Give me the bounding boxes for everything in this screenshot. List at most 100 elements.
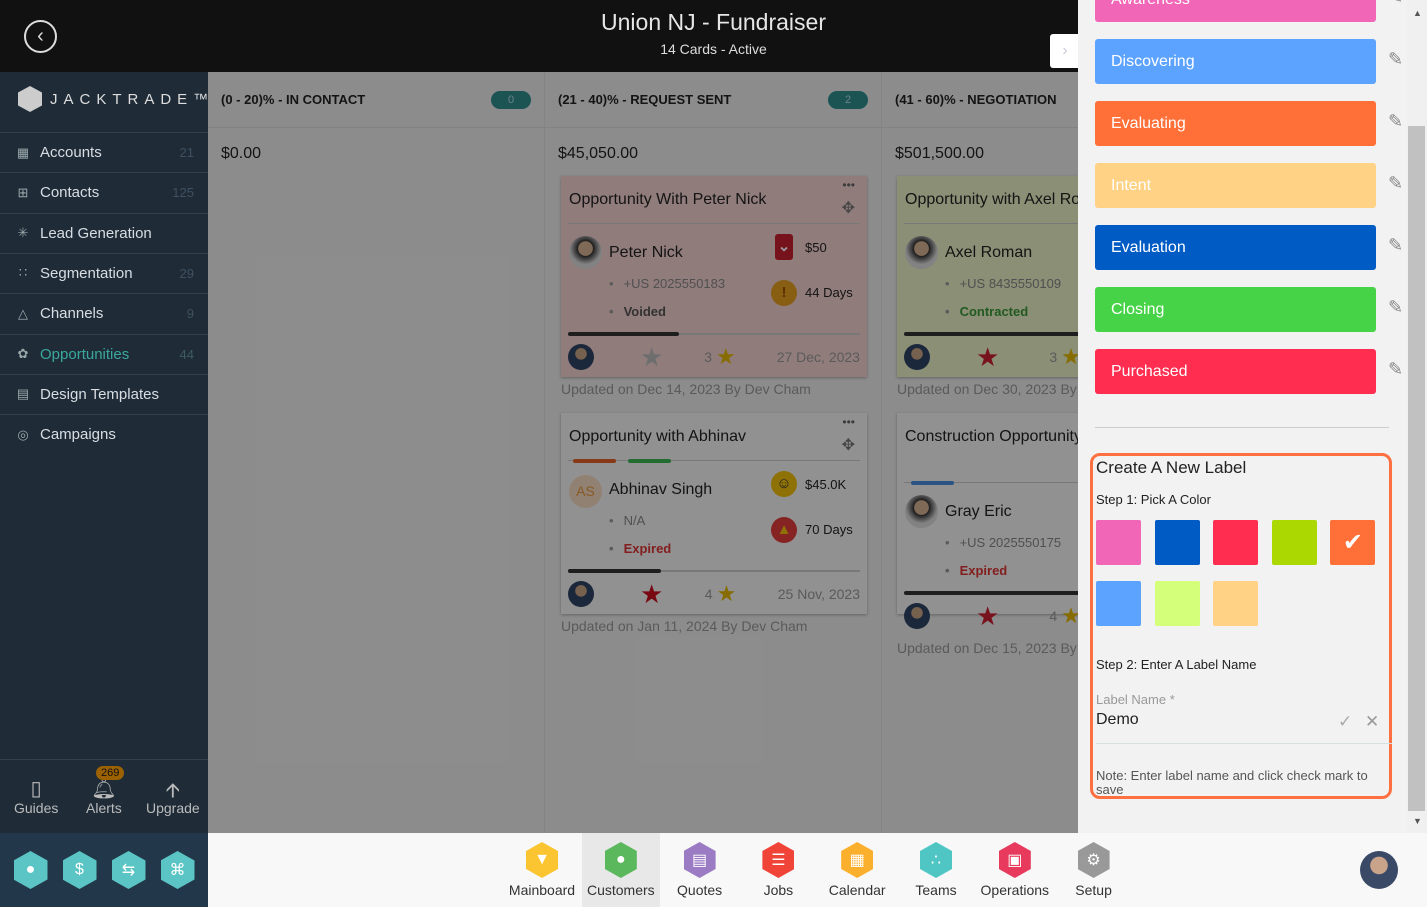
- upgrade-button[interactable]: 🡩 Upgrade: [146, 776, 200, 816]
- label-discovering[interactable]: Discovering: [1095, 39, 1376, 84]
- nav-label: Mainboard: [508, 882, 576, 898]
- sidebar-item-count: 125: [172, 185, 194, 201]
- step2-label: Step 2: Enter A Label Name: [1096, 657, 1257, 672]
- transfer-icon[interactable]: ⇆: [111, 851, 146, 889]
- sidebar-item-design-templates[interactable]: ▤ Design Templates: [0, 373, 208, 414]
- input-underline: [1096, 743, 1392, 744]
- label-name-caption: Label Name *: [1096, 692, 1175, 707]
- close-icon[interactable]: ✕: [1365, 712, 1379, 732]
- sidebar-item-accounts[interactable]: ▦ Accounts 21: [0, 132, 208, 172]
- opportunities-icon: ✿: [17, 346, 29, 361]
- sidebar-item-count: 44: [179, 346, 194, 362]
- check-icon[interactable]: ✓: [1338, 712, 1352, 732]
- sidebar-item-label: Contacts: [40, 184, 100, 202]
- campaigns-icon: ◎: [17, 426, 29, 442]
- jobs-icon: ☰: [762, 842, 795, 878]
- channels-icon: △: [18, 305, 28, 321]
- workflow-icon[interactable]: ⌘: [160, 851, 195, 889]
- nav-label: Teams: [915, 882, 957, 898]
- edit-pencil-icon[interactable]: ✎: [1388, 235, 1403, 256]
- bottom-nav: ▼ Mainboard ● Customers ▤ Quotes ☰ Jobs ▦ Calenda…: [208, 833, 1427, 907]
- nav-operations[interactable]: ▣ Operations: [976, 833, 1054, 907]
- color-swatch[interactable]: [1154, 581, 1200, 626]
- calendar-icon: ▦: [841, 842, 874, 878]
- operations-icon: ▣: [998, 842, 1031, 878]
- quotes-icon: ▤: [683, 842, 716, 878]
- teams-icon: ∴: [920, 842, 952, 878]
- label-awareness[interactable]: Awareness: [1095, 0, 1376, 22]
- setup-icon: ⚙: [1077, 842, 1110, 878]
- sidebar-item-label: Segmentation: [40, 264, 133, 282]
- sidebar-item-label: Campaigns: [40, 426, 116, 444]
- sidebar-item-label: Channels: [40, 305, 104, 323]
- customers-icon: ●: [604, 842, 637, 878]
- modal-overlay[interactable]: [208, 72, 1078, 833]
- sidebar-item-contacts[interactable]: ⊞ Contacts 125: [0, 172, 208, 212]
- nav-label: Setup: [1075, 882, 1112, 898]
- user-icon[interactable]: ●: [13, 851, 48, 889]
- book-icon: ▯: [30, 778, 42, 800]
- edit-pencil-icon[interactable]: ✎: [1388, 173, 1403, 194]
- nav-quotes[interactable]: ▤ Quotes: [661, 833, 739, 907]
- dollar-icon[interactable]: $: [62, 851, 97, 889]
- edit-pencil-icon[interactable]: ✎: [1388, 0, 1403, 8]
- color-swatch[interactable]: ✔: [1330, 520, 1376, 565]
- alerts-label: Alerts: [86, 800, 122, 816]
- edit-pencil-icon[interactable]: ✎: [1388, 111, 1403, 132]
- sidebar-item-label: Opportunities: [40, 345, 130, 363]
- color-swatch[interactable]: [1271, 520, 1317, 565]
- brand-logo[interactable]: JACKTRADE™: [18, 86, 214, 112]
- nav-mainboard[interactable]: ▼ Mainboard: [503, 833, 581, 907]
- form-title: Create A New Label: [1096, 458, 1247, 477]
- quick-actions: ● $ ⇆ ⌘: [0, 833, 208, 907]
- arrow-up-icon: 🡩: [165, 780, 181, 802]
- sidebar-item-label: Accounts: [40, 144, 102, 161]
- scrollbar-thumb[interactable]: [1408, 126, 1425, 811]
- sidebar-item-count: 29: [179, 265, 194, 281]
- upgrade-label: Upgrade: [146, 800, 200, 816]
- logo-icon: [18, 86, 42, 112]
- sidebar-item-count: 9: [186, 306, 194, 322]
- user-avatar[interactable]: [1360, 851, 1398, 889]
- sidebar-item-channels[interactable]: △ Channels 9: [0, 293, 208, 333]
- sidebar-item-campaigns[interactable]: ◎ Campaigns: [0, 414, 208, 454]
- sidebar-item-segmentation[interactable]: ∷ Segmentation 29: [0, 252, 208, 293]
- nav-jobs[interactable]: ☰ Jobs: [739, 833, 817, 907]
- color-swatch[interactable]: [1154, 520, 1200, 565]
- collapse-panel-button[interactable]: ›: [1050, 34, 1080, 68]
- edit-pencil-icon[interactable]: ✎: [1388, 297, 1403, 318]
- color-swatch[interactable]: [1213, 581, 1259, 626]
- sidebar-item-lead-generation[interactable]: ✳ Lead Generation: [0, 212, 208, 253]
- label-evaluation[interactable]: Evaluation: [1095, 225, 1376, 270]
- color-swatch[interactable]: [1213, 520, 1259, 565]
- building-icon: ▦: [16, 144, 30, 160]
- form-note: Note: Enter label name and click check m…: [1096, 768, 1368, 797]
- sidebar-item-label: Design Templates: [40, 385, 159, 403]
- edit-pencil-icon[interactable]: ✎: [1388, 359, 1403, 380]
- label-evaluating[interactable]: Evaluating: [1095, 101, 1376, 146]
- scroll-up-icon[interactable]: ▲: [1413, 8, 1422, 18]
- label-name-input[interactable]: [1096, 711, 1326, 729]
- nav-calendar[interactable]: ▦ Calendar: [818, 833, 896, 907]
- guides-button[interactable]: ▯ Guides: [14, 776, 58, 816]
- nav-teams[interactable]: ∴ Teams: [897, 833, 975, 907]
- edit-pencil-icon[interactable]: ✎: [1388, 49, 1403, 70]
- alerts-button[interactable]: 🔔︎ Alerts: [86, 776, 122, 816]
- color-swatch[interactable]: [1096, 581, 1141, 626]
- scroll-down-icon[interactable]: ▼: [1413, 816, 1422, 826]
- contacts-icon: ⊞: [17, 184, 29, 200]
- color-swatch[interactable]: [1096, 520, 1141, 565]
- labels-panel: Awareness ✎ Discovering ✎ Evaluating ✎ Intent ✎…: [1078, 0, 1427, 833]
- sidebar-item-opportunities[interactable]: ✿ Opportunities 44: [0, 333, 208, 374]
- nav-customers[interactable]: ● Customers: [581, 833, 660, 907]
- nav-label: Jobs: [763, 882, 794, 898]
- label-intent[interactable]: Intent: [1095, 163, 1376, 208]
- mainboard-icon: ▼: [526, 842, 558, 878]
- label-purchased[interactable]: Purchased: [1095, 349, 1376, 394]
- lead-generation-icon: ✳: [17, 225, 29, 241]
- label-closing[interactable]: Closing: [1095, 287, 1376, 332]
- divider: [1095, 427, 1389, 428]
- sidebar-item-count: 21: [179, 145, 194, 160]
- nav-label: Quotes: [677, 882, 723, 898]
- nav-setup[interactable]: ⚙ Setup: [1055, 833, 1133, 907]
